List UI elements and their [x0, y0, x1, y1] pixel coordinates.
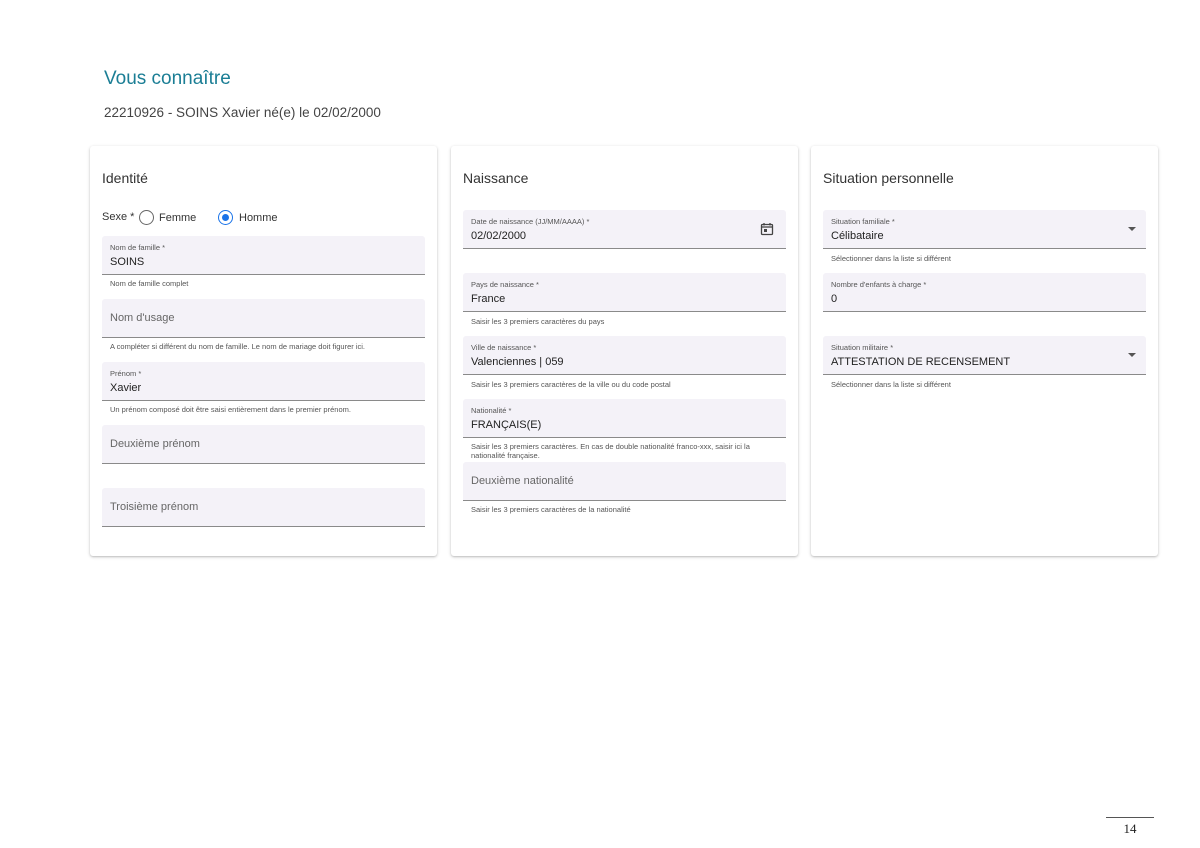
- pays-naissance-label: Pays de naissance *: [471, 280, 539, 289]
- radio-femme-label[interactable]: Femme: [159, 212, 196, 224]
- radio-femme[interactable]: [139, 210, 154, 225]
- nombre-enfants-field[interactable]: Nombre d'enfants à charge * 0: [823, 273, 1146, 312]
- situation-title: Situation personnelle: [823, 170, 954, 186]
- ville-naissance-hint: Saisir les 3 premiers caractères de la v…: [471, 380, 671, 389]
- nationalite-label: Nationalité *: [471, 406, 512, 415]
- deuxieme-nationalite-placeholder: Deuxième nationalité: [471, 475, 574, 487]
- deuxieme-nationalite-hint: Saisir les 3 premiers caractères de la n…: [471, 505, 631, 514]
- nom-usage-hint: A compléter si différent du nom de famil…: [110, 342, 365, 351]
- deuxieme-prenom-placeholder: Deuxième prénom: [110, 438, 200, 450]
- prenom-value: Xavier: [110, 382, 142, 394]
- prenom-field[interactable]: Prénom * Xavier: [102, 362, 425, 401]
- nationalite-field[interactable]: Nationalité * FRANÇAIS(E): [463, 399, 786, 438]
- page-subtitle: 22210926 - SOINS Xavier né(e) le 02/02/2…: [104, 105, 381, 120]
- situation-militaire-hint: Sélectionner dans la liste si différent: [831, 380, 951, 389]
- situation-card: Situation personnelle Situation familial…: [811, 146, 1158, 556]
- nom-usage-field[interactable]: Nom d'usage: [102, 299, 425, 338]
- radio-homme[interactable]: [218, 210, 233, 225]
- deuxieme-nationalite-field[interactable]: Deuxième nationalité: [463, 462, 786, 501]
- ville-naissance-value: Valenciennes | 059: [471, 356, 564, 368]
- naissance-title: Naissance: [463, 170, 529, 186]
- nom-usage-placeholder: Nom d'usage: [110, 312, 175, 324]
- sexe-radio-group: Sexe * Femme Homme: [102, 210, 425, 226]
- situation-militaire-value: ATTESTATION DE RECENSEMENT: [831, 356, 1011, 368]
- prenom-hint: Un prénom composé doit être saisi entièr…: [110, 405, 351, 414]
- deuxieme-prenom-field[interactable]: Deuxième prénom: [102, 425, 425, 464]
- calendar-icon[interactable]: [760, 222, 774, 236]
- ville-naissance-label: Ville de naissance *: [471, 343, 537, 352]
- troisieme-prenom-placeholder: Troisième prénom: [110, 501, 199, 513]
- identite-card: Identité Sexe * Femme Homme Nom de famil…: [90, 146, 437, 556]
- nombre-enfants-label: Nombre d'enfants à charge *: [831, 280, 927, 289]
- situation-militaire-select[interactable]: Situation militaire * ATTESTATION DE REC…: [823, 336, 1146, 375]
- pays-naissance-field[interactable]: Pays de naissance * France: [463, 273, 786, 312]
- page-number: 14: [1106, 817, 1154, 837]
- nom-famille-value: SOINS: [110, 256, 145, 268]
- situation-familiale-label: Situation familiale *: [831, 217, 895, 226]
- identite-title: Identité: [102, 170, 148, 186]
- nombre-enfants-value: 0: [831, 293, 838, 305]
- prenom-label: Prénom *: [110, 369, 142, 378]
- situation-familiale-select[interactable]: Situation familiale * Célibataire: [823, 210, 1146, 249]
- pays-naissance-value: France: [471, 293, 506, 305]
- situation-familiale-hint: Sélectionner dans la liste si différent: [831, 254, 951, 263]
- date-naissance-value: 02/02/2000: [471, 230, 527, 242]
- naissance-card: Naissance Date de naissance (JJ/MM/AAAA)…: [451, 146, 798, 556]
- ville-naissance-field[interactable]: Ville de naissance * Valenciennes | 059: [463, 336, 786, 375]
- date-naissance-field[interactable]: Date de naissance (JJ/MM/AAAA) * 02/02/2…: [463, 210, 786, 249]
- chevron-down-icon[interactable]: [1128, 227, 1136, 231]
- sexe-label: Sexe *: [102, 211, 135, 223]
- pays-naissance-hint: Saisir les 3 premiers caractères du pays: [471, 317, 605, 326]
- nom-famille-field[interactable]: Nom de famille * SOINS: [102, 236, 425, 275]
- situation-familiale-value: Célibataire: [831, 230, 884, 242]
- radio-homme-label[interactable]: Homme: [239, 212, 278, 224]
- situation-militaire-label: Situation militaire *: [831, 343, 894, 352]
- nationalite-value: FRANÇAIS(E): [471, 419, 542, 431]
- chevron-down-icon[interactable]: [1128, 353, 1136, 357]
- nationalite-hint: Saisir les 3 premiers caractères. En cas…: [471, 442, 750, 460]
- date-naissance-label: Date de naissance (JJ/MM/AAAA) *: [471, 217, 590, 226]
- nom-famille-hint: Nom de famille complet: [110, 279, 189, 288]
- troisieme-prenom-field[interactable]: Troisième prénom: [102, 488, 425, 527]
- nom-famille-label: Nom de famille *: [110, 243, 166, 252]
- page-title: Vous connaître: [104, 68, 231, 89]
